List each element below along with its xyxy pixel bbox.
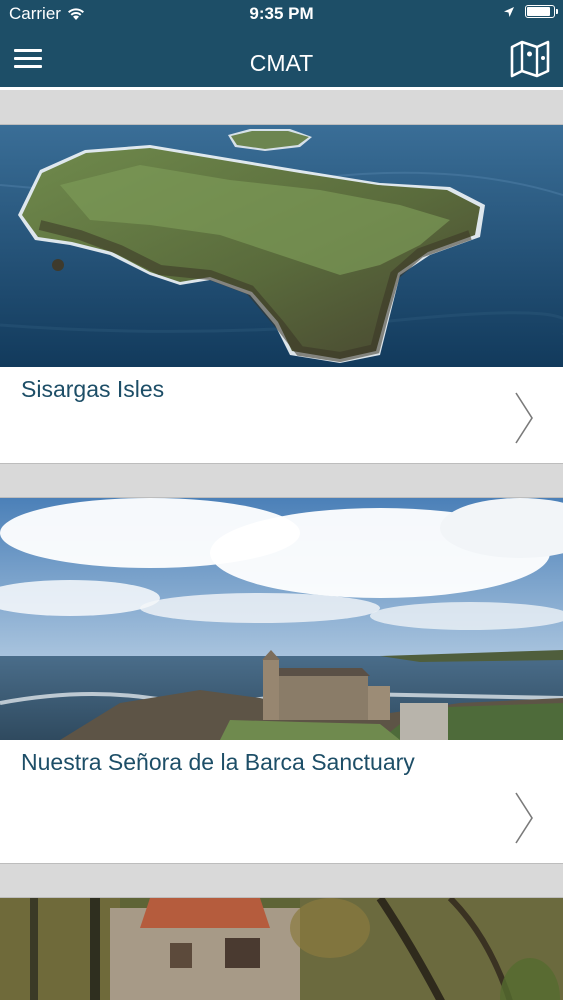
status-bar: Carrier 9:35 PM bbox=[0, 0, 563, 30]
app-screen: Carrier 9:35 PM CMAT Sisargas Isles Nues… bbox=[0, 0, 563, 1000]
place-title: Nuestra Señora de la Barca Sanctuary bbox=[21, 749, 415, 775]
stone-house-forest-photo bbox=[0, 898, 563, 1000]
coastal-sanctuary-photo bbox=[0, 498, 563, 740]
place-title: Sisargas Isles bbox=[21, 376, 165, 402]
map-button[interactable] bbox=[509, 38, 551, 78]
nav-divider bbox=[0, 87, 563, 90]
navigation-bar: CMAT bbox=[0, 30, 563, 87]
battery-level bbox=[527, 7, 550, 16]
page-title: CMAT bbox=[249, 50, 314, 76]
status-time: 9:35 PM bbox=[249, 4, 314, 23]
island-aerial-photo bbox=[0, 125, 563, 367]
top-bar: Carrier 9:35 PM CMAT bbox=[0, 0, 563, 87]
place-card-stone-house[interactable] bbox=[0, 897, 563, 1000]
chevron-right-icon bbox=[515, 392, 533, 444]
map-icon bbox=[510, 40, 550, 78]
place-card-sisargas-isles[interactable]: Sisargas Isles bbox=[0, 124, 563, 464]
status-indicators bbox=[503, 5, 558, 18]
place-card-barca-sanctuary[interactable]: Nuestra Señora de la Barca Sanctuary bbox=[0, 497, 563, 864]
battery-icon bbox=[525, 5, 558, 18]
chevron-right-icon bbox=[515, 792, 533, 844]
location-arrow-icon bbox=[504, 6, 514, 17]
